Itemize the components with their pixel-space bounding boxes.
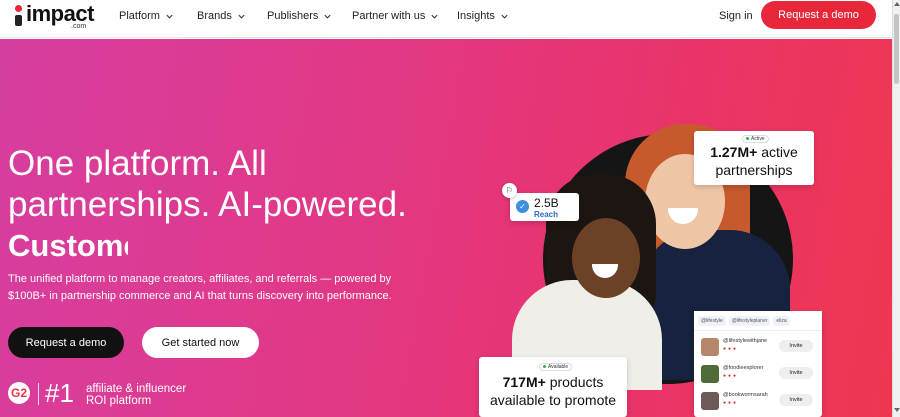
reach-label: Reach bbox=[534, 210, 559, 219]
products-line2: available to promote bbox=[489, 392, 617, 408]
nav-partner-with-us[interactable]: Partner with us bbox=[352, 10, 439, 22]
partnerships-stat: 1.27M+ active partnerships bbox=[702, 143, 806, 179]
person-face bbox=[572, 218, 640, 298]
filter-tag[interactable]: @lifestyle bbox=[698, 315, 726, 326]
chevron-down-icon bbox=[238, 14, 245, 19]
logo-bar bbox=[15, 15, 22, 26]
nav-brands-label: Brands bbox=[197, 10, 232, 22]
chevron-down-icon bbox=[166, 14, 173, 19]
products-stat-card: Available 717M+ products available to pr… bbox=[479, 357, 627, 417]
status-dot-icon bbox=[543, 365, 546, 369]
partnerships-value: 1.27M+ bbox=[710, 144, 758, 160]
avatar bbox=[701, 338, 719, 356]
scroll-thumb[interactable] bbox=[894, 14, 899, 84]
chevron-down-icon bbox=[431, 14, 438, 19]
reach-stat-card: ⚐ ✓ 2.5B Reach bbox=[502, 183, 579, 221]
nav-publishers-label: Publishers bbox=[267, 10, 319, 22]
hero-image: Active 1.27M+ active partnerships ⚐ ✓ 2.… bbox=[0, 39, 892, 417]
products-stat: 717M+ products available to promote bbox=[479, 373, 627, 409]
invite-button[interactable]: Invite bbox=[779, 340, 813, 352]
scroll-down-arrow-icon[interactable] bbox=[894, 408, 900, 412]
hero-section: One platform. All partnerships. AI-power… bbox=[0, 39, 892, 417]
list-item: @bookwormsarah ●●● Invite bbox=[699, 389, 817, 415]
sign-in-link[interactable]: Sign in bbox=[719, 10, 753, 22]
invite-button[interactable]: Invite bbox=[779, 367, 813, 379]
products-line1: products bbox=[549, 374, 604, 390]
partnerships-stat-card: Active 1.27M+ active partnerships bbox=[694, 131, 814, 185]
page-scrollbar[interactable] bbox=[892, 0, 900, 417]
avatar bbox=[701, 365, 719, 383]
bell-icon: ⚐ bbox=[502, 183, 517, 198]
nav-platform[interactable]: Platform bbox=[119, 10, 174, 22]
products-value: 717M+ bbox=[502, 374, 546, 390]
avatar bbox=[701, 392, 719, 410]
invite-button[interactable]: Invite bbox=[779, 394, 813, 406]
impact-logo[interactable]: impact .com bbox=[12, 1, 97, 33]
social-icons: ●●● bbox=[723, 373, 739, 379]
partnerships-line1: active bbox=[761, 144, 798, 160]
reach-value: 2.5B bbox=[534, 196, 559, 210]
nav-partner-label: Partner with us bbox=[352, 10, 426, 22]
list-item: @foodieexplorer ●●● Invite bbox=[699, 362, 817, 388]
status-dot-icon bbox=[746, 137, 749, 141]
social-icons: ●●● bbox=[723, 346, 739, 352]
status-badge: Available bbox=[539, 363, 573, 371]
chevron-down-icon bbox=[324, 14, 331, 19]
verified-check-icon: ✓ bbox=[516, 200, 529, 213]
creator-invite-panel: @lifestyle @lifestyleplaner eliza @lifes… bbox=[694, 311, 822, 417]
partnerships-line2: partnerships bbox=[715, 162, 793, 178]
list-item: @lifestylewithjane ●●● Invite bbox=[699, 335, 817, 361]
creator-handle: @bookwormsarah bbox=[723, 392, 768, 398]
status-badge-label: Available bbox=[548, 364, 569, 370]
site-header: impact .com Platform Brands Publishers P… bbox=[0, 0, 892, 38]
request-demo-header-button[interactable]: Request a demo bbox=[761, 1, 876, 29]
nav-platform-label: Platform bbox=[119, 10, 160, 22]
logo-suffix: .com bbox=[71, 23, 87, 30]
nav-insights-label: Insights bbox=[457, 10, 495, 22]
creator-list: @lifestylewithjane ●●● Invite @foodieexp… bbox=[699, 335, 817, 417]
creator-handle: @foodieexplorer bbox=[723, 365, 764, 371]
filter-tag[interactable]: @lifestyleplaner bbox=[728, 315, 771, 326]
filter-tag[interactable]: eliza bbox=[773, 315, 790, 326]
creator-filter-tags: @lifestyle @lifestyleplaner eliza bbox=[694, 311, 822, 331]
logo-dot bbox=[15, 5, 22, 12]
status-badge: Active bbox=[742, 135, 769, 143]
scroll-up-arrow-icon[interactable] bbox=[894, 2, 900, 6]
creator-handle: @lifestylewithjane bbox=[723, 338, 768, 344]
chevron-down-icon bbox=[501, 14, 508, 19]
nav-brands[interactable]: Brands bbox=[197, 10, 246, 22]
nav-insights[interactable]: Insights bbox=[457, 10, 509, 22]
social-icons: ●●● bbox=[723, 400, 739, 406]
nav-publishers[interactable]: Publishers bbox=[267, 10, 332, 22]
status-badge-label: Active bbox=[751, 136, 765, 142]
